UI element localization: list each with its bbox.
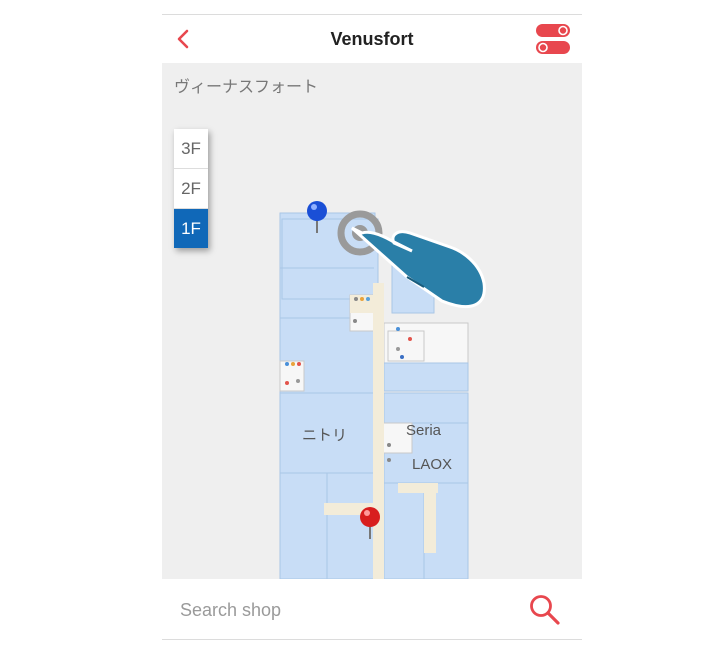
floor-3f-button[interactable]: 3F	[174, 129, 208, 169]
page-title: Venusfort	[330, 29, 414, 49]
building-name: ヴィーナスフォート	[174, 79, 319, 96]
floor-plan-drawing	[279, 201, 486, 579]
toggle-switches-icon	[536, 24, 570, 54]
floor-2f-button[interactable]: 2F	[174, 169, 208, 209]
shop-label-laox[interactable]: LAOX	[412, 456, 452, 473]
search-bar	[162, 579, 582, 639]
floor-map[interactable]: ヴィーナスフォート 3F 2F 1F ニトリ Seria LAOX	[162, 63, 582, 579]
shop-label-nitori[interactable]: ニトリ	[302, 424, 347, 445]
nav-header: Venusfort	[162, 15, 582, 63]
phone-screen: Venusfort ヴィーナスフォート 3F 2F 1F ニトリ Seria L…	[162, 14, 582, 640]
search-button[interactable]	[528, 593, 562, 627]
shop-label-seria[interactable]: Seria	[406, 422, 441, 439]
bottom-divider	[162, 639, 582, 640]
floor-1f-button[interactable]: 1F	[174, 209, 208, 248]
search-shop-input[interactable]	[178, 593, 502, 627]
settings-toggle-button[interactable]	[536, 23, 570, 55]
floor-selector: 3F 2F 1F	[174, 129, 208, 248]
magnifier-icon	[530, 595, 560, 625]
